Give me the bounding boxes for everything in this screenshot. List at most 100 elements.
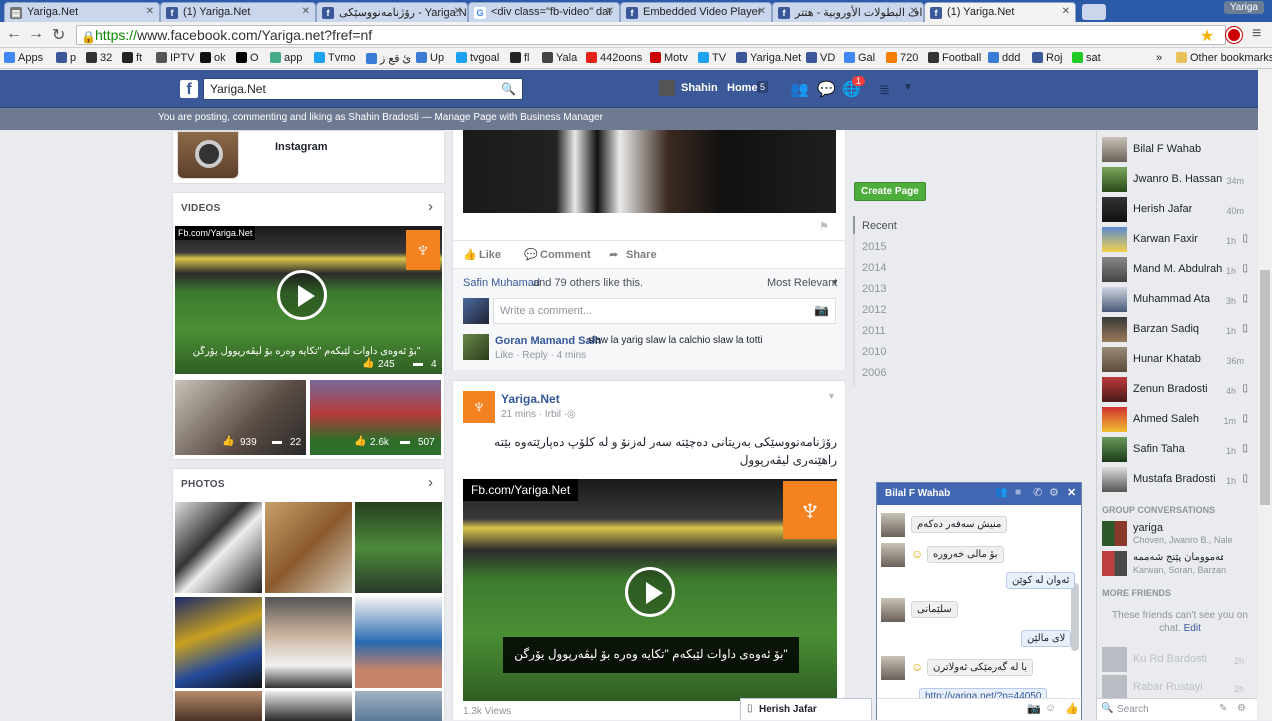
adblock-icon[interactable]	[1226, 27, 1242, 43]
close-icon[interactable]: ✕	[758, 6, 766, 17]
home-link[interactable]: Home	[727, 82, 758, 94]
likers-name[interactable]: Safin Muhamad	[463, 277, 540, 289]
play-icon[interactable]	[277, 270, 327, 320]
photo-thumbnail[interactable]	[265, 502, 352, 593]
timeline-year[interactable]: 2006	[862, 367, 886, 379]
bookmark[interactable]: Roj	[1032, 52, 1063, 64]
page-name[interactable]: Yariga.Net	[501, 392, 560, 406]
chat-window-title[interactable]: Bilal F Wahab	[885, 488, 950, 499]
post-video[interactable]: Fb.com/Yariga.Net ♆ "بۆ ئەوەی داوات لێبک…	[463, 479, 837, 701]
phone-icon[interactable]: ✆	[1033, 486, 1042, 499]
video-thumbnail[interactable]: 👍 2.6k ▬ 507	[310, 380, 441, 455]
bookmark[interactable]: Motv	[650, 52, 688, 64]
chevron-down-icon[interactable]: ▼	[903, 82, 913, 93]
bookmark[interactable]: Football	[928, 52, 981, 64]
post-photo[interactable]	[463, 130, 836, 213]
timeline-year[interactable]: 2012	[862, 304, 886, 316]
create-page-button[interactable]: Create Page	[854, 182, 926, 201]
photo-thumbnail[interactable]	[355, 691, 442, 721]
comment-button[interactable]: Comment	[540, 249, 591, 261]
share-button[interactable]: Share	[626, 249, 657, 261]
forward-icon[interactable]: →	[28, 25, 44, 43]
bookmark[interactable]: ft	[122, 52, 142, 64]
chat-tab[interactable]: ▯ Herish Jafar	[740, 698, 872, 720]
reload-icon[interactable]: ↻	[52, 25, 65, 45]
instagram-icon[interactable]	[177, 131, 239, 179]
close-icon[interactable]: ✕	[910, 6, 918, 17]
photo-thumbnail[interactable]	[175, 502, 262, 593]
add-friend-icon[interactable]: 👥	[995, 487, 1007, 498]
chat-friend[interactable]: Barzan Sadiq 1h ▯	[1102, 317, 1248, 343]
bookmark[interactable]: ok	[200, 52, 226, 64]
edit-link[interactable]: Edit	[1184, 623, 1201, 634]
comment-actions[interactable]: Like · Reply · 4 mins	[495, 350, 586, 361]
bookmarks-overflow-icon[interactable]: »	[1156, 52, 1162, 64]
like-button[interactable]: Like	[479, 249, 501, 261]
photo-thumbnail[interactable]	[265, 597, 352, 688]
chat-friend[interactable]: Zenun Bradosti 4h ▯	[1102, 377, 1248, 403]
other-bookmarks[interactable]: Other bookmarks	[1176, 52, 1272, 64]
bookmark[interactable]: fl	[510, 52, 530, 64]
bookmark[interactable]: app	[270, 52, 302, 64]
bookmark[interactable]: 442oons	[586, 52, 642, 64]
chevron-right-icon[interactable]: ›	[428, 474, 433, 491]
bookmark[interactable]: Yariga.Net	[736, 52, 801, 64]
bookmark[interactable]: Gal	[844, 52, 875, 64]
chevron-down-icon[interactable]: ▼	[827, 391, 836, 401]
emoji-icon[interactable]: ☺	[1045, 702, 1056, 714]
timeline-year[interactable]: 2010	[862, 346, 886, 358]
close-icon[interactable]: ✕	[606, 6, 614, 17]
browser-tab[interactable]: f رۆژنامەنووسێکی - Yariga.Net✕	[316, 2, 468, 22]
bookmark-apps[interactable]: Apps	[4, 52, 43, 64]
video-thumbnail-main[interactable]: Fb.com/Yariga.Net ♆ "بۆ ئەوەی داوات لێبک…	[175, 226, 442, 374]
bookmark[interactable]: ئ قع ز	[366, 52, 411, 65]
scrollbar-thumb[interactable]	[1260, 270, 1270, 505]
post-meta[interactable]: 21 mins · Irbil ·	[501, 409, 567, 420]
chevron-right-icon[interactable]: ›	[428, 198, 433, 215]
browser-tab[interactable]: ▤ Yariga.Net ✕	[4, 2, 160, 22]
close-icon[interactable]: ✕	[146, 6, 154, 17]
play-icon[interactable]	[625, 567, 675, 617]
url-field[interactable]: 🔒 https://www.facebook.com/Yariga.net?fr…	[76, 25, 1226, 45]
bookmark[interactable]: p	[56, 52, 76, 64]
messages-icon[interactable]: 💬	[817, 80, 836, 98]
edit-icon[interactable]: ✎	[1219, 703, 1227, 714]
chat-scrollbar[interactable]	[1071, 583, 1079, 651]
browser-tab[interactable]: f Embedded Video Player ✕	[620, 2, 772, 22]
browser-tab[interactable]: f أهداف البطولات الأوروبية - هتتر ✕	[772, 2, 924, 22]
close-icon[interactable]: ✕	[1067, 486, 1076, 499]
bookmark[interactable]: IPTV	[156, 52, 194, 64]
timeline-year[interactable]: 2014	[862, 262, 886, 274]
menu-icon[interactable]: ≡	[1252, 25, 1261, 43]
bookmark[interactable]: Up	[416, 52, 444, 64]
chat-friend[interactable]: Jwanro B. Hassan 34m	[1102, 167, 1244, 193]
bookmark[interactable]: VD	[806, 52, 835, 64]
offline-friend[interactable]: Ku Rd Bardosti 2h	[1102, 647, 1244, 673]
timeline-year[interactable]: 2011	[862, 325, 886, 337]
close-icon[interactable]: ✕	[302, 6, 310, 17]
bookmark[interactable]: Yala	[542, 52, 577, 64]
chevron-down-icon[interactable]: ▼	[831, 278, 839, 287]
sort-dropdown[interactable]: Most Relevant	[767, 277, 837, 289]
commenter-name[interactable]: Goran Mamand Salh	[495, 335, 601, 347]
bookmark[interactable]: TV	[698, 52, 726, 64]
chat-friend[interactable]: Ahmed Saleh 1m ▯	[1102, 407, 1248, 433]
avatar[interactable]	[463, 298, 489, 324]
chat-friend[interactable]: Herish Jafar 40m	[1102, 197, 1244, 223]
search-icon[interactable]: 🔍	[501, 79, 516, 99]
like-icon[interactable]: 👍	[1065, 702, 1079, 715]
group-conversation[interactable]: هەموومان پێنج شەممە Karwan, Soran, Barzan	[1102, 551, 1244, 577]
bookmark[interactable]: ddd	[988, 52, 1020, 64]
photo-thumbnail[interactable]	[355, 597, 442, 688]
close-icon[interactable]: ✕	[1062, 6, 1070, 17]
chat-friend[interactable]: Safin Taha 1h ▯	[1102, 437, 1248, 463]
page-scrollbar[interactable]	[1258, 70, 1272, 720]
instagram-label[interactable]: Instagram	[275, 141, 328, 153]
bookmark[interactable]: Tvmo	[314, 52, 356, 64]
bookmark[interactable]: 32	[86, 52, 112, 64]
bookmark-star-icon[interactable]: ★	[1200, 26, 1214, 46]
photo-thumbnail[interactable]	[175, 691, 262, 721]
flag-icon[interactable]: ⚑	[819, 220, 829, 233]
bookmark[interactable]: sat	[1072, 52, 1101, 64]
share-icon[interactable]: ➦	[609, 248, 618, 261]
